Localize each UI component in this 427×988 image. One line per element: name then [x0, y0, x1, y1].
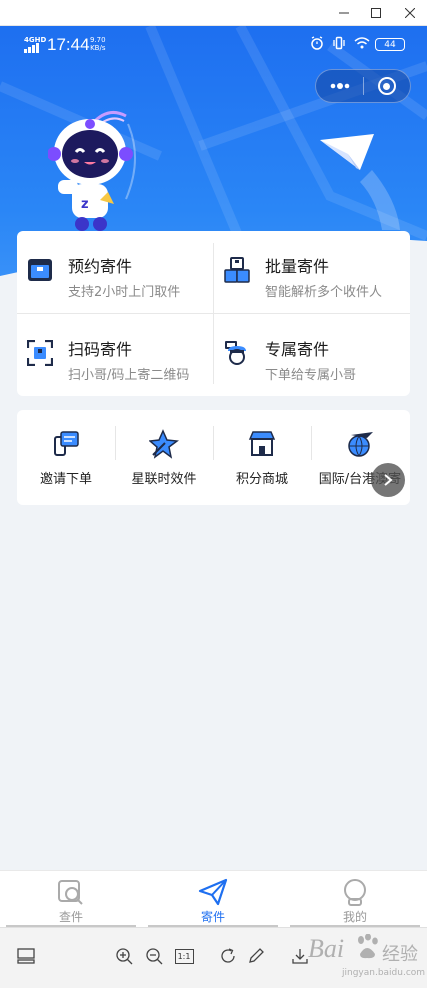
service-title: 专属寄件	[265, 340, 330, 359]
maximize-icon	[371, 8, 381, 18]
clock: 17:44	[47, 35, 90, 54]
status-icons	[310, 36, 370, 50]
service-subtitle: 下单给专属小哥	[265, 368, 357, 383]
tab-label: 寄件	[200, 910, 225, 924]
quick-link-label: 积分商城	[235, 472, 288, 487]
user-avatar-icon	[344, 879, 366, 906]
pencil-icon	[249, 948, 264, 963]
tab-track[interactable]: 查件	[0, 871, 142, 928]
speed-value: 9.70	[90, 36, 106, 44]
zoom-in-button[interactable]	[112, 944, 136, 968]
exit-miniprogram-button[interactable]	[364, 69, 410, 103]
rotate-button[interactable]	[216, 944, 240, 968]
robot-mascot-illustration: z	[48, 110, 137, 231]
service-subtitle: 支持2小时上门取件	[68, 285, 181, 300]
scroll-right-button[interactable]	[371, 463, 405, 497]
quick-link-points-mall[interactable]: 积分商城	[213, 410, 311, 505]
stacked-boxes-icon	[224, 257, 250, 283]
service-dedicated-send[interactable]: 专属寄件 下单给专属小哥	[214, 314, 410, 396]
search-parcel-icon	[58, 880, 83, 905]
svg-text:z: z	[81, 197, 89, 212]
baidu-watermark: Bai 经验 jingyan.baidu.com	[290, 928, 427, 988]
network-speed: 9.70 KB/s	[90, 36, 106, 52]
watermark-url: jingyan.baidu.com	[342, 968, 426, 978]
chevron-right-icon	[384, 474, 393, 486]
maximize-button[interactable]	[359, 0, 393, 26]
zoom-out-icon	[146, 948, 163, 965]
invite-phone-icon	[54, 431, 79, 456]
quick-link-invite-order[interactable]: 邀请下单	[17, 410, 115, 505]
zoom-in-icon	[116, 948, 133, 965]
paper-plane-icon	[198, 878, 228, 906]
courier-icon	[225, 341, 246, 365]
window-titlebar	[0, 0, 427, 26]
minimize-icon	[339, 12, 349, 14]
service-batch-send[interactable]: 批量寄件 智能解析多个收件人	[214, 231, 410, 313]
tab-mine[interactable]: 我的	[284, 871, 426, 928]
more-button[interactable]	[316, 69, 363, 103]
service-title: 扫码寄件	[68, 340, 133, 359]
paw-logo-icon	[358, 934, 378, 959]
quick-links-card: 邀请下单 星联时效件 积分商城 国际/台港澳寄	[17, 410, 410, 505]
signal-icon	[24, 43, 39, 53]
phone-status-bar: 4GHD 17:44 9.70 KB/s 44	[0, 28, 427, 60]
globe-plane-icon	[348, 432, 373, 457]
target-circle-icon	[377, 77, 396, 95]
zoom-out-button[interactable]	[142, 944, 166, 968]
quick-link-star-express[interactable]: 星联时效件	[115, 410, 213, 505]
miniprogram-capsule	[315, 69, 411, 103]
actual-size-button[interactable]: 1:1	[172, 944, 196, 968]
bottom-tab-bar: 查件 寄件 我的	[0, 870, 427, 928]
alarm-icon	[311, 36, 323, 50]
vibrate-icon	[333, 36, 345, 50]
tab-send[interactable]: 寄件	[142, 871, 284, 928]
quick-link-label: 邀请下单	[39, 472, 92, 487]
edit-button[interactable]	[244, 944, 268, 968]
service-subtitle: 智能解析多个收件人	[265, 285, 383, 300]
service-subtitle: 扫小哥/码上寄二维码	[68, 368, 190, 383]
layout-toggle-button[interactable]	[14, 944, 38, 968]
more-dots-icon	[330, 83, 349, 89]
close-window-button[interactable]	[393, 0, 427, 26]
layout-icon	[17, 948, 35, 964]
paper-plane-decoration	[320, 134, 400, 230]
scan-box-icon	[27, 340, 53, 366]
rotate-icon	[221, 948, 235, 963]
tab-label: 我的	[342, 910, 367, 924]
wifi-icon	[354, 37, 370, 49]
service-scan-send[interactable]: 扫码寄件 扫小哥/码上寄二维码	[17, 314, 213, 396]
service-title: 批量寄件	[265, 257, 330, 276]
battery-indicator: 44	[375, 38, 405, 51]
send-services-card: 预约寄件 支持2小时上门取件 批量寄件 智能解析多个收件人 扫码寄件 扫小哥/码…	[17, 231, 410, 396]
store-icon	[248, 431, 276, 456]
calendar-box-icon	[28, 259, 52, 281]
quick-link-label: 星联时效件	[131, 472, 197, 487]
minimize-button[interactable]	[327, 0, 361, 26]
service-title: 预约寄件	[68, 257, 133, 276]
tab-label: 查件	[58, 910, 83, 924]
watermark-main: Bai	[308, 934, 345, 963]
actual-size-label: 1:1	[174, 948, 194, 964]
service-scheduled-send[interactable]: 预约寄件 支持2小时上门取件	[17, 231, 213, 313]
close-icon	[405, 8, 415, 18]
speed-unit: KB/s	[90, 44, 106, 52]
star-arrow-icon	[149, 429, 179, 459]
watermark-suffix: 经验	[382, 944, 418, 965]
